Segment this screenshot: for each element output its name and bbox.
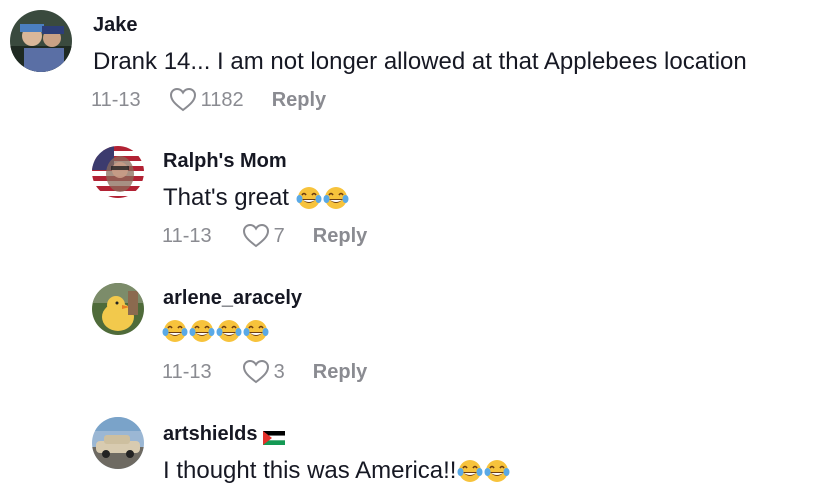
comment-text-content: I thought this was America!! xyxy=(163,457,457,484)
tears-of-joy-icon xyxy=(189,318,215,344)
avatar[interactable] xyxy=(92,283,144,335)
reply-button[interactable]: Reply xyxy=(313,225,367,248)
like-count: 1182 xyxy=(200,88,244,111)
tears-of-joy-icon xyxy=(216,318,242,344)
tears-of-joy-icon xyxy=(296,185,322,211)
username[interactable]: arlene_aracely xyxy=(163,287,302,310)
palestine-flag-icon xyxy=(263,428,286,445)
username[interactable]: Jake xyxy=(93,14,138,37)
tears-of-joy-icon xyxy=(323,185,349,211)
like-button[interactable]: 7 xyxy=(242,223,285,249)
avatar[interactable] xyxy=(92,146,144,198)
like-button[interactable]: 1182 xyxy=(169,87,244,113)
comment-text: I thought this was America!! xyxy=(163,457,510,485)
comment-text: That's great xyxy=(163,184,349,212)
comment-text xyxy=(161,318,269,344)
heart-icon xyxy=(242,359,269,384)
tears-of-joy-icon xyxy=(162,318,188,344)
like-count: 7 xyxy=(273,224,285,247)
comment-text-content: That's great xyxy=(163,184,289,211)
comment-meta: 11-13 7 Reply xyxy=(162,223,367,249)
avatar[interactable] xyxy=(10,10,72,72)
comment-date: 11-13 xyxy=(162,224,212,247)
heart-icon xyxy=(242,223,269,248)
tears-of-joy-icon xyxy=(457,458,483,484)
comment-date: 11-13 xyxy=(91,88,141,111)
comment-meta: 11-13 3 Reply xyxy=(162,359,367,385)
username[interactable]: artshields xyxy=(163,423,286,446)
reply-button[interactable]: Reply xyxy=(313,361,367,384)
heart-icon xyxy=(169,87,196,112)
username[interactable]: Ralph's Mom xyxy=(163,150,287,173)
comment-meta: 11-13 1182 Reply xyxy=(91,87,326,113)
reply-button[interactable]: Reply xyxy=(272,89,326,112)
tears-of-joy-icon xyxy=(243,318,269,344)
comment-text: Drank 14... I am not longer allowed at t… xyxy=(93,48,747,75)
comment-date: 11-13 xyxy=(162,360,212,383)
like-count: 3 xyxy=(273,360,285,383)
avatar[interactable] xyxy=(92,417,144,469)
username-text: artshields xyxy=(163,423,258,445)
tears-of-joy-icon xyxy=(484,458,510,484)
like-button[interactable]: 3 xyxy=(242,359,285,385)
